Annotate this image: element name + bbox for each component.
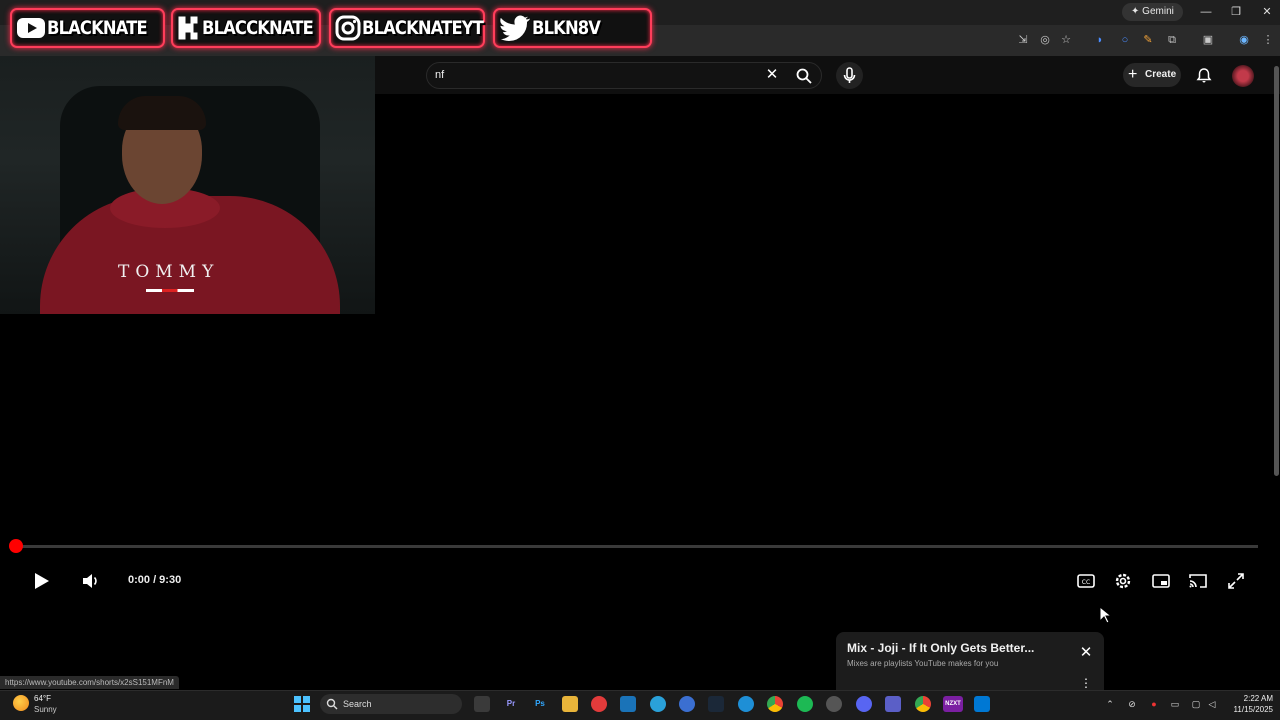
miniplayer-icon[interactable] (1150, 570, 1172, 592)
hoodie-flag (146, 289, 194, 292)
twitter-handle: BLKN8V (532, 17, 601, 39)
bookmark-star-icon[interactable]: ☆ (1059, 33, 1073, 47)
volume-tray-icon[interactable]: ◁ (1206, 698, 1218, 710)
webcam-hair (118, 96, 206, 130)
scrubber-handle[interactable] (9, 539, 23, 553)
fullscreen-icon[interactable] (1225, 570, 1247, 592)
steam-icon[interactable] (708, 696, 724, 712)
twitter-badge: BLKN8V (493, 8, 652, 48)
spotify-icon[interactable] (797, 696, 813, 712)
teams-icon[interactable] (885, 696, 901, 712)
status-url: https://www.youtube.com/shorts/x2sS151MF… (0, 676, 179, 689)
file-explorer-icon[interactable] (562, 696, 578, 712)
sparkle-icon: ✦ (1131, 6, 1143, 17)
premiere-icon[interactable]: Pr (503, 696, 519, 712)
app-icon[interactable] (974, 696, 990, 712)
youtube-badge: BLACKNATE (10, 8, 165, 48)
clear-search-icon[interactable]: ✕ (764, 66, 780, 84)
tray-icon[interactable]: ⊘ (1126, 698, 1138, 710)
screen: ✦ Gemini — ❐ ✕ ⇲ ◎ ☆ ◗ ○ ✎ ⧉ ▣ ◉ ⋮ BLACK… (0, 0, 1280, 720)
pen-extension-icon[interactable]: ✎ (1141, 33, 1155, 47)
play-icon[interactable] (30, 570, 52, 592)
plus-icon: + (1128, 66, 1138, 83)
weather-condition[interactable]: Sunny (34, 705, 57, 714)
extension-icon[interactable]: ◗ (1093, 33, 1107, 47)
photoshop-icon[interactable]: Ps (532, 696, 548, 712)
tray-overflow-icon[interactable]: ⌃ (1104, 698, 1116, 710)
task-view-icon[interactable] (474, 696, 490, 712)
chrome-icon[interactable] (767, 696, 783, 712)
nzxt-icon[interactable]: NZXT (943, 696, 963, 712)
taskbar-search[interactable] (320, 694, 462, 714)
app-icon[interactable] (826, 696, 842, 712)
captions-icon[interactable]: CC (1075, 570, 1097, 592)
mix-subtitle: Mixes are playlists YouTube makes for yo… (847, 659, 999, 668)
kick-handle: BLACCKNATE (202, 17, 314, 39)
search-input-value[interactable]: nf (435, 69, 444, 81)
taskbar-search-label: Search (343, 699, 372, 709)
progress-bar[interactable] (16, 545, 1258, 548)
edge-icon[interactable] (738, 696, 754, 712)
instagram-badge: BLACKNATEYT (329, 8, 485, 48)
puzzle-icon[interactable]: ⧉ (1165, 33, 1179, 47)
weather-sun-icon[interactable] (13, 695, 29, 711)
account-avatar[interactable] (1232, 65, 1254, 87)
cast-icon[interactable] (1187, 570, 1209, 592)
instagram-handle: BLACKNATEYT (362, 17, 484, 39)
mix-title[interactable]: Mix - Joji - If It Only Gets Better... (847, 641, 1034, 655)
more-options-icon[interactable]: ⋮ (1080, 676, 1092, 690)
app-icon[interactable] (620, 696, 636, 712)
windows-taskbar (0, 690, 1280, 720)
gemini-label: Gemini (1142, 6, 1174, 17)
premiere-label: Pr (506, 699, 516, 708)
clock-date[interactable]: 11/15/2025 (1223, 705, 1273, 714)
close-icon[interactable]: ✕ (1078, 645, 1094, 661)
nzxt-label: NZXT (945, 701, 961, 707)
youtube-handle: BLACKNATE (46, 17, 148, 39)
gemini-button[interactable]: ✦ Gemini (1122, 3, 1183, 21)
weather-temperature[interactable]: 64°F (34, 694, 51, 703)
search-icon (326, 698, 338, 710)
kick-logo-icon (176, 12, 202, 44)
telegram-icon[interactable] (650, 696, 666, 712)
microphone-tray-icon[interactable]: ● (1148, 698, 1160, 710)
mouse-cursor-icon (1099, 606, 1113, 624)
install-app-icon[interactable]: ⇲ (1016, 33, 1030, 47)
twitter-bird-icon (498, 12, 532, 44)
microphone-icon (843, 67, 856, 83)
notifications-bell-icon[interactable] (1196, 67, 1212, 84)
voice-search-button[interactable] (836, 62, 863, 89)
side-panel-icon[interactable]: ▣ (1201, 33, 1215, 47)
settings-icon[interactable] (1112, 570, 1134, 592)
clock-time[interactable]: 2:22 AM (1229, 694, 1273, 703)
discord-icon[interactable] (856, 696, 872, 712)
close-window-icon[interactable]: ✕ (1257, 3, 1277, 21)
photoshop-label: Ps (535, 699, 545, 708)
volume-icon[interactable] (80, 570, 102, 592)
restore-icon[interactable]: ❐ (1226, 3, 1246, 21)
network-icon[interactable]: ▢ (1190, 698, 1202, 710)
eye-off-icon[interactable]: ◎ (1038, 33, 1052, 47)
extension-icon[interactable]: ○ (1118, 33, 1132, 47)
time-display: 0:00 / 9:30 (128, 574, 182, 586)
minimize-icon[interactable]: — (1196, 3, 1216, 21)
instagram-logo-icon (334, 12, 362, 44)
profile-icon[interactable]: ◉ (1237, 33, 1251, 47)
kick-badge: BLACCKNATE (171, 8, 321, 48)
search-icon[interactable] (795, 67, 813, 85)
svg-text:CC: CC (1082, 579, 1090, 586)
hoodie-text: TOMMY (118, 262, 220, 282)
search-input[interactable] (426, 62, 822, 89)
windows-start-icon[interactable] (294, 696, 310, 712)
youtube-logo-icon (15, 12, 47, 44)
keyboard-icon[interactable]: ▭ (1169, 698, 1181, 710)
webcam-feed: TOMMY (0, 56, 375, 314)
scrollbar-thumb[interactable] (1274, 66, 1279, 476)
app-icon[interactable] (591, 696, 607, 712)
chrome-icon[interactable] (915, 696, 931, 712)
more-menu-icon[interactable]: ⋮ (1261, 33, 1275, 47)
app-icon[interactable] (679, 696, 695, 712)
